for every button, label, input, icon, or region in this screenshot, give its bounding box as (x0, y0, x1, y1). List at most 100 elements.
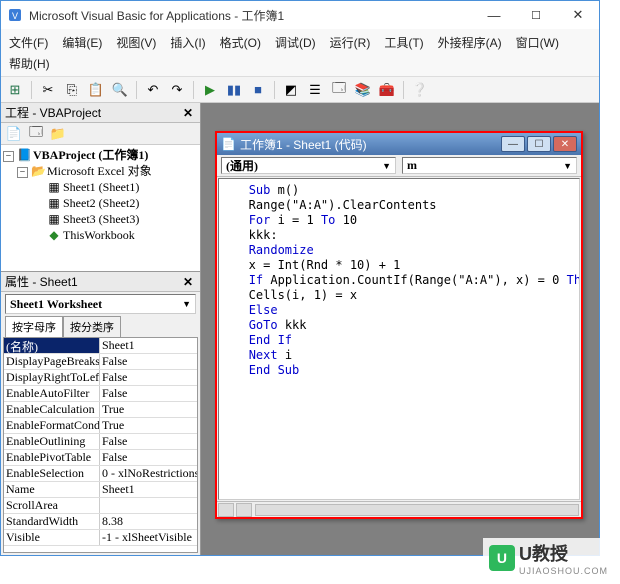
procedure-view-icon[interactable] (218, 503, 234, 517)
app-icon: V (7, 7, 23, 23)
object-browser-icon[interactable]: 📚 (353, 80, 373, 100)
full-view-icon[interactable] (236, 503, 252, 517)
horizontal-scrollbar[interactable] (255, 504, 579, 516)
property-row[interactable]: Visible-1 - xlSheetVisible (4, 530, 197, 546)
property-row[interactable]: ScrollArea (4, 498, 197, 514)
minimize-button[interactable]: — (473, 1, 515, 29)
property-value[interactable]: Sheet1 (100, 482, 197, 497)
property-value[interactable]: 0 - xlNoRestrictions (100, 466, 197, 481)
code-close-button[interactable]: ✕ (553, 136, 577, 152)
property-row[interactable]: EnableAutoFilterFalse (4, 386, 197, 402)
property-row[interactable]: DisplayPageBreaksFalse (4, 354, 197, 370)
properties-pane-title: 属性 - Sheet1 ✕ (1, 272, 200, 292)
tree-item-sheet2[interactable]: Sheet2 (Sheet2) (63, 196, 139, 210)
properties-icon[interactable]: 🗔 (329, 80, 349, 100)
excel-icon[interactable]: ⊞ (5, 80, 25, 100)
code-minimize-button[interactable]: — (501, 136, 525, 152)
break-icon[interactable]: ▮▮ (224, 80, 244, 100)
find-icon[interactable]: 🔍 (110, 80, 130, 100)
property-row[interactable]: EnableFormatConditionsCalculationTrue (4, 418, 197, 434)
copy-icon[interactable]: ⎘ (62, 80, 82, 100)
toolbox-icon[interactable]: 🧰 (377, 80, 397, 100)
property-name: EnablePivotTable (4, 450, 100, 465)
property-name: ScrollArea (4, 498, 100, 513)
folder-view-icon[interactable]: 📁 (49, 125, 67, 143)
tab-alphabetic[interactable]: 按字母序 (5, 316, 63, 337)
property-name: (名称) (4, 338, 100, 353)
object-dropdown[interactable]: (通用)▼ (221, 157, 396, 174)
property-row[interactable]: EnableOutliningFalse (4, 434, 197, 450)
property-name: Name (4, 482, 100, 497)
menu-addins[interactable]: 外接程序(A) (436, 33, 504, 52)
dropdown-arrow-icon: ▼ (382, 161, 391, 171)
property-row[interactable]: EnablePivotTableFalse (4, 450, 197, 466)
menu-run[interactable]: 运行(R) (328, 33, 373, 52)
property-row[interactable]: NameSheet1 (4, 482, 197, 498)
property-row[interactable]: EnableCalculationTrue (4, 402, 197, 418)
properties-object-select[interactable]: Sheet1 Worksheet ▼ (5, 294, 196, 314)
properties-grid[interactable]: (名称)Sheet1DisplayPageBreaksFalseDisplayR… (3, 337, 198, 553)
property-value[interactable]: False (100, 370, 197, 385)
menu-file[interactable]: 文件(F) (7, 33, 50, 52)
view-object-icon[interactable]: 🗔 (27, 125, 45, 143)
property-value[interactable] (100, 498, 197, 513)
tab-categorized[interactable]: 按分类序 (63, 316, 121, 337)
property-value[interactable]: False (100, 354, 197, 369)
procedure-dropdown[interactable]: m▼ (402, 157, 577, 174)
close-button[interactable]: ✕ (557, 1, 599, 29)
property-value[interactable]: False (100, 386, 197, 401)
code-scrollbar[interactable] (217, 501, 581, 517)
project-explorer-icon[interactable]: ☰ (305, 80, 325, 100)
sheet-icon: ▦ (47, 195, 61, 211)
menu-debug[interactable]: 调试(D) (273, 33, 318, 52)
toolbar: ⊞ ✂ ⎘ 📋 🔍 ↶ ↷ ▶ ▮▮ ■ ◩ ☰ 🗔 📚 🧰 ❔ (1, 77, 599, 103)
property-name: Visible (4, 530, 100, 545)
app-title: Microsoft Visual Basic for Applications … (29, 7, 473, 24)
help-icon[interactable]: ❔ (410, 80, 430, 100)
tree-item-sheet3[interactable]: Sheet3 (Sheet3) (63, 212, 139, 226)
project-root[interactable]: VBAProject (工作簿1) (33, 148, 148, 162)
design-mode-icon[interactable]: ◩ (281, 80, 301, 100)
menu-insert[interactable]: 插入(I) (168, 33, 207, 52)
view-code-icon[interactable]: 📄 (5, 125, 23, 143)
property-name: DisplayPageBreaks (4, 354, 100, 369)
code-window-icon: 📄 (221, 137, 236, 151)
undo-icon[interactable]: ↶ (143, 80, 163, 100)
cut-icon[interactable]: ✂ (38, 80, 58, 100)
property-value[interactable]: False (100, 450, 197, 465)
tree-item-thisworkbook[interactable]: ThisWorkbook (63, 228, 135, 242)
project-pane-title: 工程 - VBAProject ✕ (1, 103, 200, 123)
code-maximize-button[interactable]: ☐ (527, 136, 551, 152)
run-icon[interactable]: ▶ (200, 80, 220, 100)
menu-format[interactable]: 格式(O) (218, 33, 263, 52)
code-editor[interactable]: Sub m() Range("A:A").ClearContents For i… (218, 178, 580, 500)
property-row[interactable]: DisplayRightToLeftFalse (4, 370, 197, 386)
property-row[interactable]: (名称)Sheet1 (4, 338, 197, 354)
property-value[interactable]: False (100, 434, 197, 449)
properties-pane-close-icon[interactable]: ✕ (180, 275, 196, 289)
property-value[interactable]: -1 - xlSheetVisible (100, 530, 197, 545)
menu-view[interactable]: 视图(V) (114, 33, 158, 52)
paste-icon[interactable]: 📋 (86, 80, 106, 100)
maximize-button[interactable]: ☐ (515, 1, 557, 29)
reset-icon[interactable]: ■ (248, 80, 268, 100)
property-row[interactable]: EnableSelection0 - xlNoRestrictions (4, 466, 197, 482)
redo-icon[interactable]: ↷ (167, 80, 187, 100)
menu-edit[interactable]: 编辑(E) (60, 33, 104, 52)
menu-help[interactable]: 帮助(H) (7, 54, 52, 73)
property-value[interactable]: Sheet1 (100, 338, 197, 353)
left-panel: 工程 - VBAProject ✕ 📄 🗔 📁 −📘VBAProject (工作… (1, 103, 201, 555)
property-value[interactable]: True (100, 402, 197, 417)
property-value[interactable]: True (100, 418, 197, 433)
tree-item-sheet1[interactable]: Sheet1 (Sheet1) (63, 180, 139, 194)
project-tree[interactable]: −📘VBAProject (工作簿1) −📂Microsoft Excel 对象… (1, 145, 200, 271)
property-row[interactable]: StandardWidth8.38 (4, 514, 197, 530)
project-pane-close-icon[interactable]: ✕ (180, 106, 196, 120)
property-value[interactable]: 8.38 (100, 514, 197, 529)
collapse-icon[interactable]: − (17, 167, 28, 178)
mdi-workspace: 📄 工作簿1 - Sheet1 (代码) — ☐ ✕ (通用)▼ m▼ Sub … (201, 103, 599, 555)
project-folder[interactable]: Microsoft Excel 对象 (47, 164, 152, 178)
menu-tools[interactable]: 工具(T) (382, 33, 425, 52)
collapse-icon[interactable]: − (3, 151, 14, 162)
menu-window[interactable]: 窗口(W) (514, 33, 561, 52)
